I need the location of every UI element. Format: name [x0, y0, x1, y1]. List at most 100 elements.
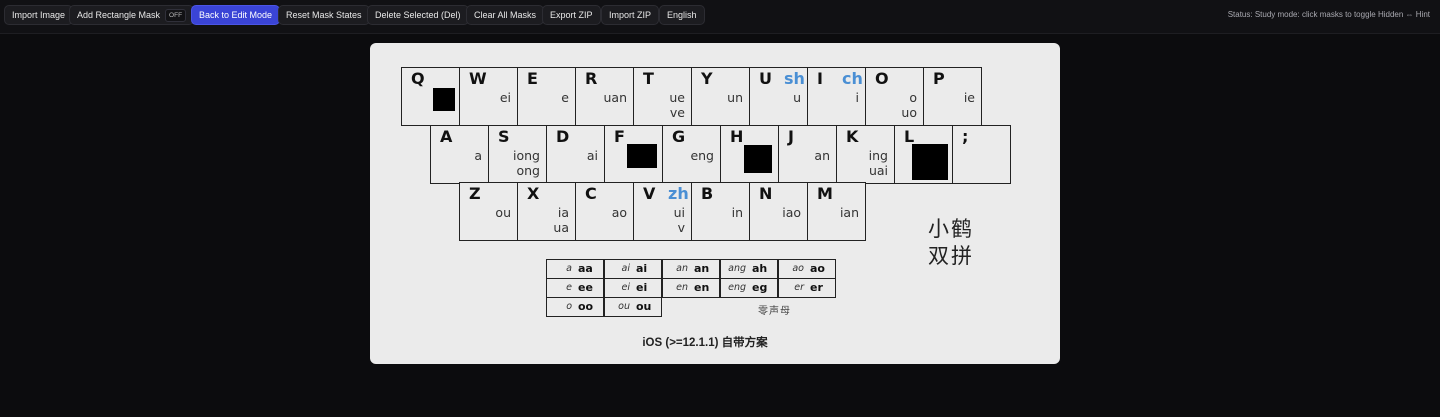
delete-selected-button[interactable]: Delete Selected (Del) [367, 5, 469, 25]
key-letter: V [643, 184, 656, 203]
key-finals: ai [586, 148, 598, 163]
add-rectangle-mask-toggle[interactable]: Add Rectangle Mask OFF [69, 5, 195, 25]
key-letter: T [643, 69, 654, 88]
key-z: Zou [459, 182, 518, 241]
key-m: Mian [807, 182, 866, 241]
key-finals: iao [782, 205, 801, 220]
zero-initial-final: o [566, 301, 572, 312]
zero-initial-code: ao [810, 262, 825, 275]
key-finals: ia ua [553, 205, 569, 235]
key-finals: in [731, 205, 743, 220]
key-finals: o uo [901, 90, 917, 120]
key-initial: sh [784, 69, 805, 88]
key-letter: D [556, 127, 570, 146]
key-letter: I [817, 69, 823, 88]
zero-initial-final: a [566, 263, 572, 274]
key-b: Bin [691, 182, 750, 241]
key-finals: ue ve [669, 90, 685, 120]
key-finals: un [727, 90, 743, 105]
key-a: Aa [430, 125, 489, 184]
mask-rect[interactable] [912, 144, 948, 180]
zero-initial-cell: eng eg [720, 278, 778, 298]
zero-initial-final: ou [618, 301, 630, 312]
key-semicolon: ; [952, 125, 1011, 184]
zero-initial-final: an [676, 263, 688, 274]
key-c: Cao [575, 182, 634, 241]
back-to-edit-mode-button[interactable]: Back to Edit Mode [191, 5, 281, 25]
mask-rect[interactable] [627, 144, 657, 168]
key-finals: ie [963, 90, 975, 105]
key-letter: J [788, 127, 794, 146]
key-o: Oo uo [865, 67, 924, 126]
image-canvas[interactable]: Q Wei Ee Ruan Tue ve Yun Ush u Ich i Oo uo Pie Aa Siong… [370, 43, 1060, 364]
key-finals: i [855, 90, 859, 105]
key-letter: K [846, 127, 859, 146]
zero-initial-code: an [694, 262, 710, 275]
key-finals: an [814, 148, 830, 163]
language-button[interactable]: English [659, 5, 705, 25]
key-s: Siong ong [488, 125, 547, 184]
zero-initial-cell: a aa [546, 259, 604, 279]
key-e: Ee [517, 67, 576, 126]
key-j: Jan [778, 125, 837, 184]
key-letter: F [614, 127, 625, 146]
key-letter: R [585, 69, 598, 88]
zero-initial-final: ang [728, 263, 746, 274]
key-letter: ; [962, 127, 969, 146]
mask-rect[interactable] [433, 88, 455, 111]
brand-line-2: 双拼 [928, 244, 974, 268]
key-letter: A [440, 127, 453, 146]
zero-initial-code: ai [636, 262, 648, 275]
import-zip-button[interactable]: Import ZIP [601, 5, 660, 25]
zero-initial-final: e [566, 282, 572, 293]
status-text: Status: Study mode: click masks to toggl… [1227, 10, 1430, 19]
zero-initial-cell: ou ou [604, 297, 662, 317]
key-d: Dai [546, 125, 605, 184]
key-finals: e [561, 90, 569, 105]
zero-initial-code: ah [752, 262, 768, 275]
zero-initial-cell: ao ao [778, 259, 836, 279]
zero-initial-code: eg [752, 281, 768, 294]
zero-initial-cell: en en [662, 278, 720, 298]
zero-initial-final: ao [792, 263, 804, 274]
key-finals: uan [603, 90, 627, 105]
zero-initial-final: ei [621, 282, 630, 293]
add-rectangle-mask-label: Add Rectangle Mask [77, 10, 161, 20]
zero-initial-cell: ai ai [604, 259, 662, 279]
key-letter: Q [411, 69, 425, 88]
zero-initial-cell: e ee [546, 278, 604, 298]
key-letter: S [498, 127, 510, 146]
reset-mask-states-button[interactable]: Reset Mask States [278, 5, 370, 25]
key-u: Ush u [749, 67, 808, 126]
clear-all-masks-button[interactable]: Clear All Masks [466, 5, 545, 25]
key-x: Xia ua [517, 182, 576, 241]
key-letter: E [527, 69, 538, 88]
zero-initial-cell: an an [662, 259, 720, 279]
key-finals: u [793, 90, 801, 105]
import-image-button[interactable]: Import Image [4, 5, 74, 25]
key-finals: ao [611, 205, 627, 220]
zero-initial-code: ou [636, 300, 652, 313]
zero-initial-code: oo [578, 300, 594, 313]
key-letter: C [585, 184, 597, 203]
key-letter: G [672, 127, 686, 146]
key-finals: ou [495, 205, 511, 220]
key-y: Yun [691, 67, 750, 126]
mask-rect[interactable] [744, 145, 772, 173]
key-letter: X [527, 184, 540, 203]
image-caption: iOS (>=12.1.1) 自带方案 [642, 337, 768, 349]
key-initial: zh [668, 184, 689, 203]
key-letter: H [730, 127, 744, 146]
key-finals: eng [690, 148, 714, 163]
key-g: Geng [662, 125, 721, 184]
zero-initial-final: er [794, 282, 804, 293]
zero-initial-code: ei [636, 281, 648, 294]
key-initial: ch [842, 69, 863, 88]
key-finals: ei [499, 90, 511, 105]
key-finals: ing uai [868, 148, 888, 178]
export-zip-button[interactable]: Export ZIP [542, 5, 601, 25]
key-letter: O [875, 69, 889, 88]
zero-initial-code: ee [578, 281, 593, 294]
zero-initial-cell: o oo [546, 297, 604, 317]
zero-initial-code: en [694, 281, 710, 294]
